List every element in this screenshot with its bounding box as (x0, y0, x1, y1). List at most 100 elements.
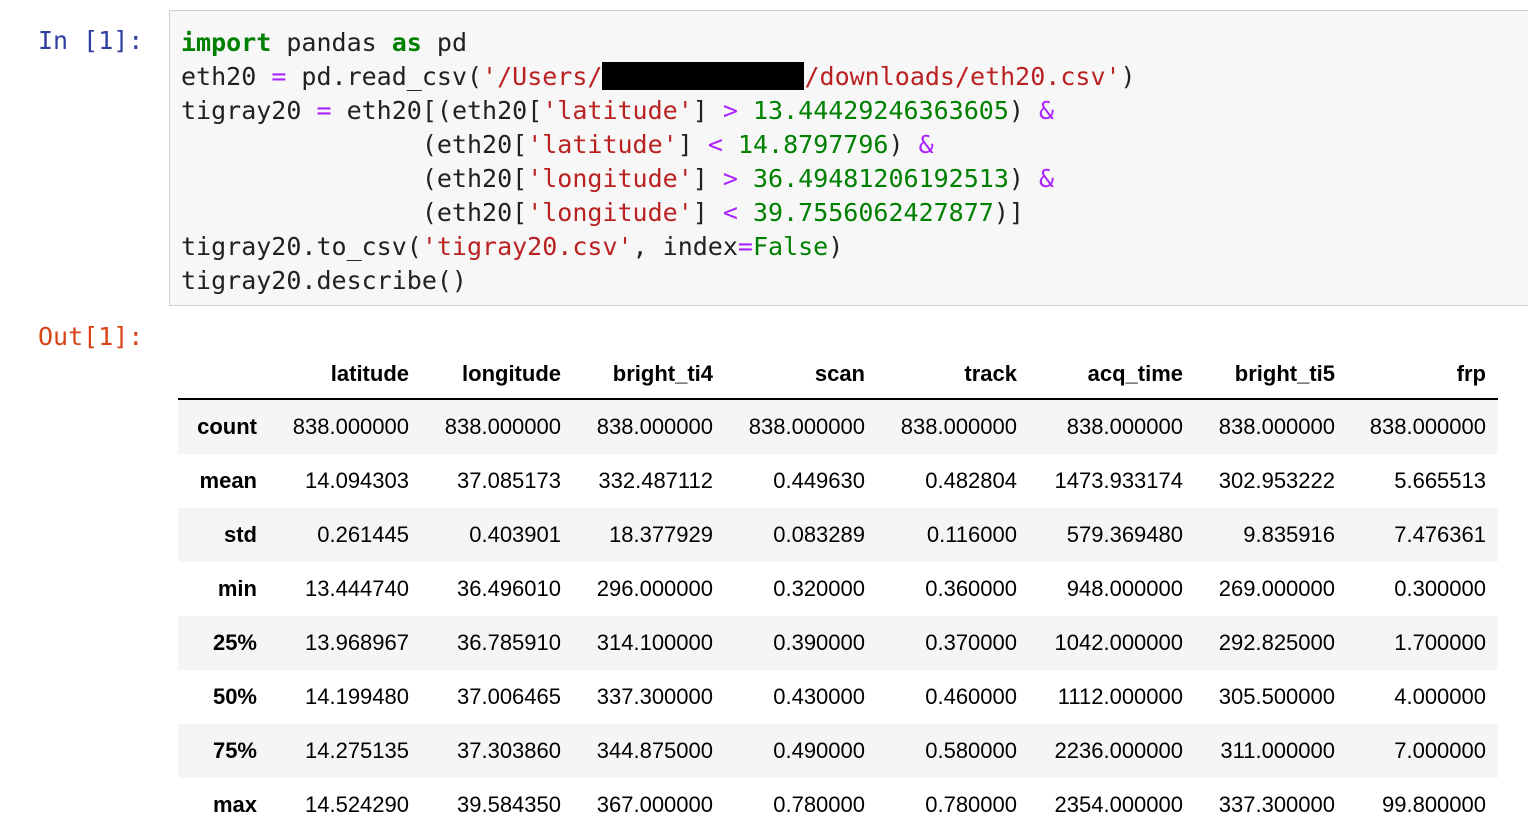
code-token-bi: False (752, 232, 829, 261)
row-index-label: 75% (212, 738, 257, 763)
table-cell: 838.000000 (596, 414, 713, 439)
table-cell: 0.083289 (773, 522, 865, 547)
table-cell: 7.000000 (1394, 738, 1486, 763)
code-token-op: & (1038, 164, 1055, 193)
code-token-p: ) (1008, 96, 1039, 125)
table-cell: 14.524290 (305, 792, 409, 817)
table-cell: 838.000000 (1218, 414, 1335, 439)
table-cell: 37.303860 (457, 738, 561, 763)
table-cell: 314.100000 (596, 630, 713, 655)
table-cell: 18.377929 (609, 522, 713, 547)
table-cell: 305.500000 (1218, 684, 1335, 709)
column-header-scan: scan (725, 350, 877, 400)
code-token-op: < (722, 198, 738, 227)
table-cell: 0.780000 (925, 792, 1017, 817)
table-row: std 0.261445 0.403901 18.377929 0.083289 0.11… (178, 508, 1498, 562)
table-cell: 1.700000 (1394, 630, 1486, 655)
code-token-op: > (722, 164, 738, 193)
table-cell: 296.000000 (596, 576, 713, 601)
table-cell: 0.261445 (317, 522, 409, 547)
code-token-p: ] (692, 96, 723, 125)
code-token-p: (eth20[ (181, 130, 528, 159)
code-token-str: /downloads/eth20.csv' (804, 62, 1121, 91)
code-line: tigray20 = eth20[(eth20['latitude'] > 13… (181, 96, 1054, 125)
code-token-op: = (316, 96, 332, 125)
code-token-str: 'longitude' (527, 198, 693, 227)
code-token-p: pd.read_csv( (286, 62, 483, 91)
output-prompt: Out[1]: (38, 322, 144, 351)
table-cell: 337.300000 (596, 684, 713, 709)
table-row: mean 14.094303 37.085173 332.487112 0.449630… (178, 454, 1498, 508)
table-cell: 0.403901 (469, 522, 561, 547)
code-line: tigray20.to_csv('tigray20.csv', index=Fa… (181, 232, 843, 261)
column-header-bright-ti4: bright_ti4 (573, 350, 725, 400)
code-token-p (738, 164, 753, 193)
code-token-num: 14.8797796 (737, 130, 889, 159)
table-cell: 37.006465 (457, 684, 561, 709)
table-cell: 838.000000 (292, 414, 409, 439)
code-token-p: ] (692, 164, 723, 193)
table-cell: 36.785910 (457, 630, 561, 655)
table-row: min 13.444740 36.496010 296.000000 0.320000 0… (178, 562, 1498, 616)
table-cell: 344.875000 (596, 738, 713, 763)
index-header (178, 350, 269, 400)
table-row: 25% 13.968967 36.785910 314.100000 0.390000 0… (178, 616, 1498, 670)
code-token-p: eth20 (181, 62, 272, 91)
table-cell: 302.953222 (1218, 468, 1335, 493)
table-cell: 838.000000 (900, 414, 1017, 439)
code-token-op: = (271, 62, 287, 91)
table-cell: 838.000000 (1369, 414, 1486, 439)
code-token-p: ] (677, 130, 708, 159)
code-token-p: ) (1120, 62, 1136, 91)
column-header-acq-time: acq_time (1029, 350, 1195, 400)
code-token-p: eth20[(eth20[ (331, 96, 543, 125)
code-token-p (738, 96, 753, 125)
table-cell: 948.000000 (1066, 576, 1183, 601)
row-index-label: count (197, 414, 257, 439)
table-cell: 0.390000 (773, 630, 865, 655)
table-cell: 838.000000 (444, 414, 561, 439)
code-token-str: '/Users/ (482, 62, 603, 91)
column-header-latitude: latitude (269, 350, 421, 400)
table-row: max 14.524290 39.584350 367.000000 0.780000 0… (178, 778, 1498, 832)
table-cell: 0.482804 (925, 468, 1017, 493)
code-token-p: tigray20.describe() (181, 266, 467, 295)
table-cell: 1042.000000 (1054, 630, 1183, 655)
table-cell: 13.444740 (305, 576, 409, 601)
code-cell[interactable]: import pandas as pd eth20 = pd.read_csv(… (169, 10, 1528, 306)
code-line: (eth20['latitude'] < 14.8797796) & (181, 130, 934, 159)
table-cell: 0.360000 (925, 576, 1017, 601)
code-token-op: & (1038, 96, 1055, 125)
code-token-p: ) (828, 232, 844, 261)
code-token-p: (eth20[ (181, 198, 528, 227)
row-index-label: min (217, 576, 257, 601)
row-index-label: mean (199, 468, 257, 493)
table-cell: 14.275135 (305, 738, 409, 763)
table-cell: 0.490000 (773, 738, 865, 763)
code-token-op: = (737, 232, 753, 261)
code-token-num: 13.44429246363605 (753, 96, 1009, 125)
code-token-p: ) (1008, 164, 1039, 193)
table-cell: 0.430000 (773, 684, 865, 709)
table-cell: 0.320000 (773, 576, 865, 601)
code-editor[interactable]: import pandas as pd eth20 = pd.read_csv(… (181, 26, 1136, 298)
table-cell: 0.300000 (1394, 576, 1486, 601)
table-cell: 5.665513 (1394, 468, 1486, 493)
table-cell: 14.094303 (305, 468, 409, 493)
table-cell: 332.487112 (598, 468, 713, 493)
code-line: import pandas as pd (181, 28, 467, 57)
code-token-op: < (707, 130, 723, 159)
table-header-row: latitude longitude bright_ti4 scan track acq_… (178, 350, 1498, 400)
code-line: eth20 = pd.read_csv('/Users/ /downloads/e… (181, 62, 1136, 91)
code-token-p (738, 198, 753, 227)
table-cell: 0.116000 (926, 522, 1017, 547)
table-cell: 0.460000 (925, 684, 1017, 709)
table-cell: 13.968967 (305, 630, 409, 655)
code-token-p: )] (993, 198, 1024, 227)
code-line: (eth20['longitude'] > 36.49481206192513)… (181, 164, 1054, 193)
code-token-p: , index (632, 232, 738, 261)
table-cell: 311.000000 (1220, 738, 1335, 763)
row-index-label: 25% (212, 630, 257, 655)
table-cell: 0.580000 (925, 738, 1017, 763)
code-token-op: > (722, 96, 738, 125)
